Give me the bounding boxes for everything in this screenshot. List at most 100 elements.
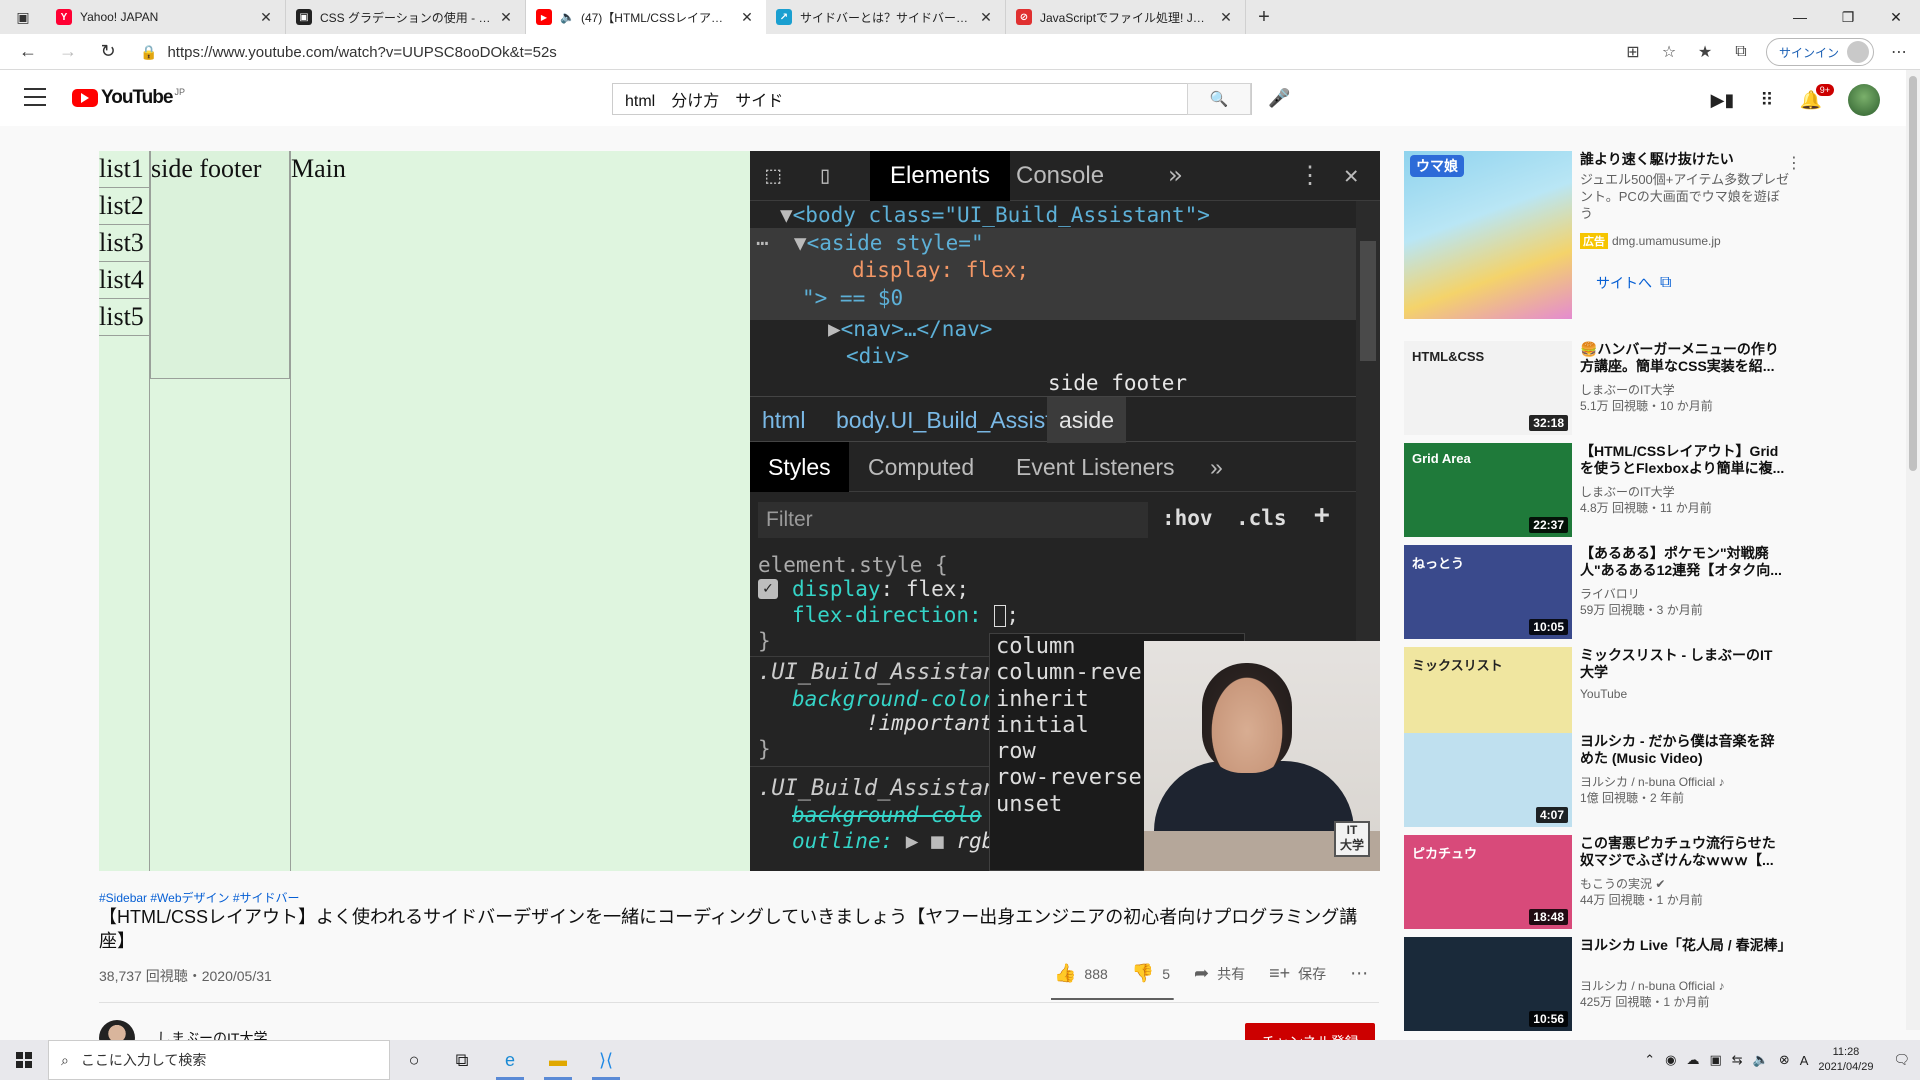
video-duration: 10:05 bbox=[1529, 619, 1568, 635]
tab-title: (47)【HTML/CSSレイアウト】よ bbox=[580, 10, 732, 25]
edge-browser-icon[interactable]: e bbox=[486, 1040, 534, 1080]
forward-icon[interactable]: → bbox=[48, 41, 88, 62]
video-thumbnail[interactable]: 4:07 bbox=[1404, 733, 1572, 827]
notifications-bell-icon[interactable]: 🔔 9+ bbox=[1800, 83, 1834, 111]
divider bbox=[99, 1002, 1379, 1003]
add-favorite-icon[interactable]: ☆ bbox=[1658, 42, 1680, 62]
recommended-video[interactable]: 10:56 ヨルシカ Live「花人局 / 春泥棒」 ヨルシカ / n-buna O… bbox=[1404, 937, 1804, 1033]
tray-app-icon[interactable]: ◉ bbox=[1665, 1052, 1676, 1068]
task-view-icon[interactable]: ⧉ bbox=[438, 1040, 486, 1080]
prop-display-name: display bbox=[792, 577, 881, 601]
tray-app-icon[interactable]: ▣ bbox=[1709, 1052, 1721, 1068]
new-tab-button[interactable]: + bbox=[1246, 0, 1282, 34]
subtab-styles: Styles bbox=[750, 442, 849, 492]
speaker-icon[interactable]: 🔈 bbox=[560, 10, 575, 24]
close-tab-icon[interactable]: ✕ bbox=[497, 9, 515, 26]
recommended-meta: 4.8万 回視聴・11 か月前 bbox=[1580, 501, 1712, 515]
close-window-icon[interactable]: ✕ bbox=[1872, 0, 1920, 34]
more-actions-button[interactable]: ⋯ bbox=[1350, 963, 1368, 984]
recommended-video[interactable]: HTML&CSS 32:18 🍔ハンバーガーメニューの作り方講座。簡単なCSS実装を… bbox=[1404, 341, 1804, 437]
ad-menu-icon[interactable]: ⋮ bbox=[1786, 153, 1802, 173]
close-tab-icon[interactable]: ✕ bbox=[1217, 9, 1235, 26]
recommended-video[interactable]: 4:07 ヨルシカ - だから僕は音楽を辞めた (Music Video) ヨルシカ… bbox=[1404, 733, 1804, 829]
text-caret bbox=[994, 605, 1007, 627]
browser-tab-active[interactable]: ▶ 🔈 (47)【HTML/CSSレイアウト】よ ✕ bbox=[526, 0, 766, 34]
signin-button[interactable]: サインイン bbox=[1765, 38, 1874, 66]
video-thumbnail[interactable]: HTML&CSS 32:18 bbox=[1404, 341, 1572, 435]
file-explorer-icon[interactable]: ▬ bbox=[534, 1040, 582, 1080]
recommended-video[interactable]: Grid Area 22:37 【HTML/CSSレイアウト】Gridを使うとFle… bbox=[1404, 443, 1804, 539]
youtube-logo[interactable]: YouTube JP bbox=[72, 87, 185, 109]
recommended-channel: ヨルシカ / n-buna Official ♪ bbox=[1580, 775, 1725, 789]
video-player[interactable]: list1 list2 list3 list4 list5 side foote… bbox=[99, 151, 1380, 871]
search-button[interactable]: 🔍 bbox=[1187, 83, 1251, 115]
browser-tab[interactable]: Y Yahoo! JAPAN ✕ bbox=[46, 0, 286, 34]
close-tab-icon[interactable]: ✕ bbox=[738, 9, 756, 26]
recommended-channel: ライバロリ bbox=[1580, 587, 1640, 601]
close-tab-icon[interactable]: ✕ bbox=[257, 9, 275, 26]
ad-description: ジュエル500個+アイテム多数プレゼント。PCの大画面でウマ娘を遊ぼう bbox=[1580, 172, 1790, 221]
element-style-selector: element.style { bbox=[758, 553, 948, 577]
video-duration: 4:07 bbox=[1535, 807, 1568, 823]
devtools-close-icon: ✕ bbox=[1344, 161, 1359, 189]
save-label: 保存 bbox=[1298, 965, 1327, 982]
network-icon[interactable]: ⇆ bbox=[1732, 1052, 1743, 1068]
taskbar-search-input[interactable]: ⌕ ここに入力して検索 bbox=[48, 1040, 390, 1080]
save-button[interactable]: ≡+ 保存 bbox=[1269, 963, 1326, 984]
video-thumbnail[interactable]: ミックスリスト bbox=[1404, 647, 1572, 741]
close-tab-icon[interactable]: ✕ bbox=[977, 9, 995, 26]
vscode-icon[interactable]: ⟩⟨ bbox=[582, 1040, 630, 1080]
dislike-button[interactable]: 👎 5 bbox=[1132, 963, 1170, 984]
subtab-event-listeners: Event Listeners bbox=[1016, 454, 1175, 480]
url-input[interactable]: 🔒 https://www.youtube.com/watch?v=UUPSC8… bbox=[140, 39, 1590, 65]
hashtags[interactable]: #Sidebar #Webデザイン #サイドバー bbox=[99, 889, 300, 906]
visit-site-button[interactable]: サイトへ ⧉ bbox=[1596, 273, 1671, 293]
more-menu-icon[interactable]: ⋯ bbox=[1888, 42, 1910, 62]
channel-watermark: IT 大学 bbox=[1334, 821, 1370, 857]
signin-label: サインイン bbox=[1778, 45, 1839, 60]
voice-search-icon[interactable]: 🎤 bbox=[1268, 88, 1290, 109]
ime-icon[interactable]: A bbox=[1800, 1053, 1809, 1068]
clock[interactable]: 11:28 2021/04/29 bbox=[1818, 1045, 1873, 1075]
onedrive-icon[interactable]: ☁ bbox=[1686, 1052, 1699, 1068]
page-scrollbar[interactable] bbox=[1906, 70, 1920, 1030]
collections-icon[interactable]: ⧉ bbox=[1730, 43, 1752, 61]
video-thumbnail[interactable]: ピカチュウ 18:48 bbox=[1404, 835, 1572, 929]
reload-icon[interactable]: ↻ bbox=[88, 41, 128, 62]
guide-menu-icon[interactable] bbox=[24, 88, 46, 106]
back-icon[interactable]: ← bbox=[8, 41, 48, 62]
browser-tab[interactable]: ↗ サイドバーとは？サイドバーを設置する ✕ bbox=[766, 0, 1006, 34]
recommended-video[interactable]: ピカチュウ 18:48 この害悪ピカチュウ流行らせた奴マジでふざけんなｗｗｗ【...… bbox=[1404, 835, 1804, 931]
account-avatar[interactable] bbox=[1848, 84, 1880, 116]
ad-thumbnail[interactable]: ウマ娘 bbox=[1404, 151, 1572, 319]
cortana-icon[interactable]: ○ bbox=[390, 1040, 438, 1080]
apps-grid-icon[interactable]: ⠿ bbox=[1760, 90, 1773, 111]
like-button[interactable]: 👍 888 bbox=[1054, 963, 1108, 984]
recommended-video[interactable]: ミックスリスト ミックスリスト - しまぶーのIT大学 YouTube bbox=[1404, 647, 1804, 743]
browser-tab[interactable]: ⊘ JavaScriptでファイル処理! JSONやC ✕ bbox=[1006, 0, 1246, 34]
show-hidden-icons-icon[interactable]: ⌃ bbox=[1644, 1052, 1655, 1068]
video-duration: 22:37 bbox=[1529, 517, 1568, 533]
notification-center-icon[interactable]: 🗨 bbox=[1893, 1052, 1910, 1068]
sponsored-ad[interactable]: ウマ娘 誰より速く駆け抜けたい ジュエル500個+アイテム多数プレゼント。PCの… bbox=[1404, 151, 1804, 321]
volume-icon[interactable]: 🔈 bbox=[1753, 1052, 1769, 1068]
start-button[interactable] bbox=[0, 1040, 48, 1080]
tab-actions-icon[interactable]: ▣ bbox=[0, 0, 46, 34]
ellipsis-icon: ⋯ ▼ bbox=[756, 231, 807, 255]
video-thumbnail[interactable]: Grid Area 22:37 bbox=[1404, 443, 1572, 537]
video-thumbnail[interactable]: ねっとう 10:05 bbox=[1404, 545, 1572, 639]
recommended-video[interactable]: ねっとう 10:05 【あるある】ポケモン"対戦廃人"あるある12連発【オタク向..… bbox=[1404, 545, 1804, 641]
rule2-selector: .UI_Build_Assistant bbox=[758, 776, 1010, 801]
app-available-icon[interactable]: ⊞ bbox=[1622, 42, 1644, 62]
minimize-icon[interactable]: — bbox=[1776, 0, 1824, 34]
restore-icon[interactable]: ❐ bbox=[1824, 0, 1872, 34]
create-video-icon[interactable]: ▶▮ bbox=[1711, 90, 1735, 111]
favorites-icon[interactable]: ★ bbox=[1694, 42, 1716, 62]
recommended-meta: 425万 回視聴・1 か月前 bbox=[1580, 995, 1710, 1009]
search-input[interactable]: html 分け方 サイド bbox=[612, 83, 1252, 115]
share-button[interactable]: ➦ 共有 bbox=[1194, 963, 1245, 984]
browser-tab[interactable]: ▣ CSS グラデーションの使用 - CSS: カス ✕ bbox=[286, 0, 526, 34]
tray-app-icon[interactable]: ⊗ bbox=[1779, 1052, 1790, 1068]
lock-icon[interactable]: 🔒 bbox=[140, 44, 157, 61]
video-thumbnail[interactable]: 10:56 bbox=[1404, 937, 1572, 1031]
